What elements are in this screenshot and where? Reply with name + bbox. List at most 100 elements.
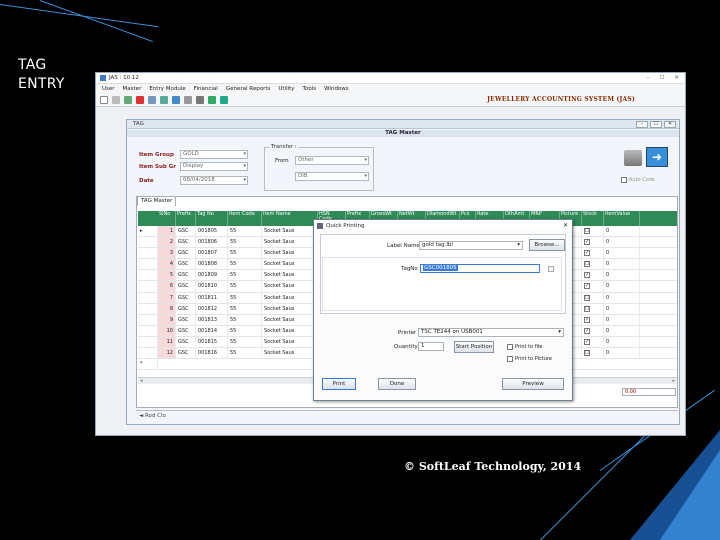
- table-cell[interactable]: 0: [604, 325, 640, 336]
- table-cell[interactable]: GSC: [176, 325, 196, 336]
- table-cell[interactable]: 0: [604, 292, 640, 303]
- stock-cell[interactable]: ✓: [582, 314, 604, 325]
- table-cell[interactable]: 1: [158, 226, 176, 237]
- stock-checkbox[interactable]: ☐: [584, 305, 590, 312]
- stock-checkbox[interactable]: ☐: [584, 294, 590, 301]
- stock-cell[interactable]: ☐: [582, 259, 604, 270]
- edit-icon[interactable]: [124, 95, 132, 104]
- row-indicator[interactable]: [138, 348, 158, 359]
- table-cell[interactable]: 55: [228, 281, 262, 292]
- quantity-field[interactable]: 1: [418, 342, 444, 351]
- table-cell[interactable]: Socket Saus: [262, 237, 318, 248]
- stock-checkbox[interactable]: ☐: [584, 350, 590, 357]
- stock-checkbox[interactable]: ☐: [584, 261, 590, 268]
- save-icon[interactable]: [112, 95, 120, 104]
- table-cell[interactable]: 55: [228, 292, 262, 303]
- table-cell[interactable]: Socket Saus: [262, 336, 318, 348]
- column-header[interactable]: Prefix: [176, 211, 196, 226]
- menu-utility[interactable]: Utility: [278, 86, 294, 92]
- print-button[interactable]: Print: [322, 378, 356, 390]
- table-cell[interactable]: 55: [228, 314, 262, 325]
- table-cell[interactable]: Socket Saus: [262, 303, 318, 314]
- table-cell[interactable]: Socket Saus: [262, 270, 318, 281]
- autocode-checkbox[interactable]: Auto Code: [621, 177, 655, 183]
- date-field[interactable]: 08/04/2018 ▾: [180, 176, 248, 185]
- menu-windows[interactable]: Windows: [324, 86, 349, 92]
- table-cell[interactable]: 7: [158, 292, 176, 303]
- table-cell[interactable]: 55: [228, 348, 262, 359]
- table-cell[interactable]: GSC: [176, 237, 196, 248]
- table-cell[interactable]: Socket Saus: [262, 281, 318, 292]
- scroll-right-icon[interactable]: ▸: [672, 378, 675, 384]
- close-icon[interactable]: ✕: [563, 222, 568, 229]
- view-icon[interactable]: [184, 95, 192, 104]
- row-indicator[interactable]: [138, 259, 158, 270]
- menu-user[interactable]: User: [102, 86, 115, 92]
- row-indicator[interactable]: ▸: [138, 226, 158, 237]
- table-cell[interactable]: Socket Saus: [262, 248, 318, 259]
- row-indicator[interactable]: [138, 325, 158, 336]
- done-button[interactable]: Done: [378, 378, 416, 390]
- table-cell[interactable]: 001812: [196, 303, 228, 314]
- column-header[interactable]: Stock: [582, 211, 604, 226]
- row-indicator[interactable]: [138, 281, 158, 292]
- table-cell[interactable]: GSC: [176, 226, 196, 237]
- table-cell[interactable]: 0: [604, 314, 640, 325]
- table-cell[interactable]: 55: [228, 248, 262, 259]
- scroll-left-icon[interactable]: ◂: [140, 378, 143, 384]
- table-cell[interactable]: GSC: [176, 348, 196, 359]
- table-cell[interactable]: Socket Saus: [262, 314, 318, 325]
- table-cell[interactable]: 5: [158, 270, 176, 281]
- tagno-checkbox[interactable]: [548, 266, 554, 272]
- item-sub-select[interactable]: Display ▾: [180, 162, 248, 171]
- refresh-icon[interactable]: [160, 95, 168, 104]
- browse-button[interactable]: Browse...: [529, 239, 565, 251]
- table-cell[interactable]: GSC: [176, 303, 196, 314]
- tag-close-button[interactable]: ✕: [664, 120, 676, 128]
- new-icon[interactable]: [100, 95, 108, 104]
- table-cell[interactable]: 001805: [196, 226, 228, 237]
- table-cell[interactable]: 6: [158, 281, 176, 292]
- start-position-button[interactable]: Start Position: [454, 341, 494, 353]
- item-group-select[interactable]: GOLD ▾: [180, 150, 248, 159]
- stock-checkbox[interactable]: ✓: [584, 272, 590, 279]
- stock-checkbox[interactable]: ✓: [584, 316, 590, 323]
- stock-cell[interactable]: ☐: [582, 348, 604, 359]
- column-header[interactable]: ItemValue: [604, 211, 640, 226]
- stock-checkbox[interactable]: ☐: [584, 228, 590, 234]
- stock-cell[interactable]: ☐: [582, 226, 604, 237]
- table-cell[interactable]: 001814: [196, 325, 228, 336]
- table-cell[interactable]: 55: [228, 303, 262, 314]
- table-cell[interactable]: 0: [604, 336, 640, 348]
- stock-checkbox[interactable]: ✓: [584, 239, 590, 246]
- table-cell[interactable]: 0: [604, 259, 640, 270]
- column-header[interactable]: Tag No: [196, 211, 228, 226]
- table-cell[interactable]: 001815: [196, 336, 228, 348]
- table-cell[interactable]: 55: [228, 259, 262, 270]
- column-header[interactable]: Item Name: [262, 211, 318, 226]
- table-cell[interactable]: 10: [158, 325, 176, 336]
- close-button[interactable]: ✕: [674, 75, 679, 81]
- stock-cell[interactable]: ✓: [582, 325, 604, 336]
- row-indicator[interactable]: [138, 292, 158, 303]
- to-select[interactable]: DIB ▾: [295, 172, 369, 181]
- menu-financial[interactable]: Financial: [194, 86, 218, 92]
- menu-general-reports[interactable]: General Reports: [226, 86, 271, 92]
- table-cell[interactable]: 12: [158, 348, 176, 359]
- calendar-icon[interactable]: ▾: [243, 177, 246, 184]
- table-cell[interactable]: 001807: [196, 248, 228, 259]
- stock-checkbox[interactable]: ✓: [584, 250, 590, 257]
- preview-button[interactable]: Preview: [502, 378, 564, 390]
- stock-checkbox[interactable]: ✓: [584, 327, 590, 334]
- menu-tools[interactable]: Tools: [303, 86, 317, 92]
- table-cell[interactable]: 0: [604, 348, 640, 359]
- table-cell[interactable]: 2: [158, 237, 176, 248]
- table-cell[interactable]: 001809: [196, 270, 228, 281]
- table-cell[interactable]: GSC: [176, 281, 196, 292]
- row-indicator[interactable]: [138, 237, 158, 248]
- table-cell[interactable]: 0: [604, 237, 640, 248]
- menu-master[interactable]: Master: [123, 86, 142, 92]
- table-cell[interactable]: 55: [228, 336, 262, 348]
- row-indicator[interactable]: [138, 248, 158, 259]
- table-cell[interactable]: 001811: [196, 292, 228, 303]
